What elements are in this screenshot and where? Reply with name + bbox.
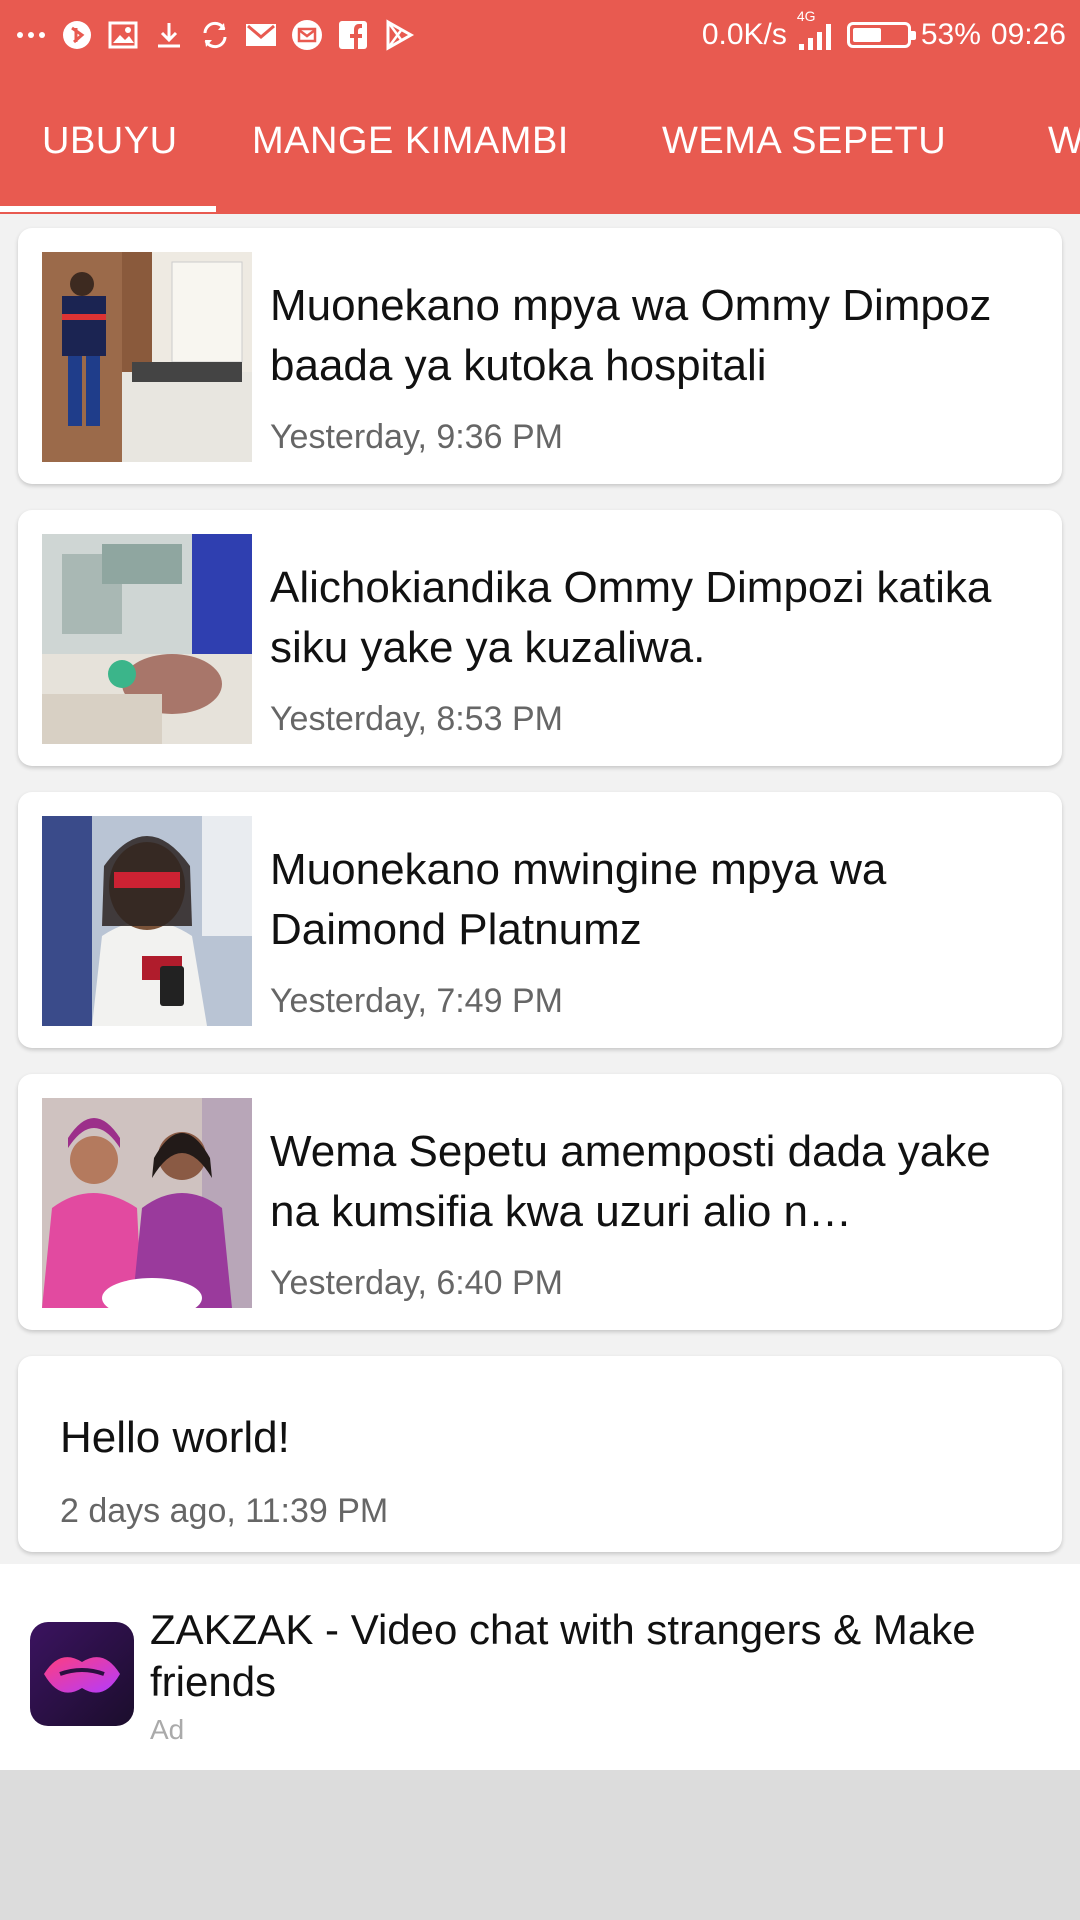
article-title: Wema Sepetu amemposti dada yake na kumsi… bbox=[270, 1127, 991, 1236]
signal-icon: 4G bbox=[797, 8, 837, 52]
article-card[interactable]: Hello world! 2 days ago, 11:39 PM bbox=[18, 1356, 1062, 1552]
app-icon bbox=[60, 18, 94, 52]
ad-label: Ad bbox=[150, 1714, 185, 1745]
gallery-icon bbox=[106, 18, 140, 52]
network-speed: 0.0K/s bbox=[701, 18, 787, 51]
app-bar: 0.0K/s 4G 53% 09:26 UBUYU MANGE KIMAMBI … bbox=[0, 0, 1080, 214]
ad-title[interactable]: ZAKZAK - Video chat with strangers & Mak… bbox=[150, 1604, 1050, 1708]
article-title: Muonekano mpya wa Ommy Dimpoz baada ya k… bbox=[270, 281, 992, 390]
article-time: 2 days ago, 11:39 PM bbox=[60, 1492, 389, 1530]
article-thumbnail bbox=[42, 534, 252, 744]
more-dots-icon bbox=[14, 18, 48, 52]
tab-mange-kimambi[interactable]: MANGE KIMAMBI bbox=[252, 120, 569, 163]
status-bar: 0.0K/s 4G 53% 09:26 bbox=[0, 0, 1080, 76]
article-list[interactable]: Muonekano mpya wa Ommy Dimpoz baada ya k… bbox=[0, 214, 1080, 1564]
tab-ubuyu[interactable]: UBUYU bbox=[42, 120, 178, 163]
clock: 09:26 bbox=[990, 18, 1066, 51]
article-card[interactable]: Muonekano mwingine mpya wa Daimond Platn… bbox=[18, 792, 1062, 1048]
article-thumbnail bbox=[42, 252, 252, 462]
gmail-icon bbox=[244, 18, 278, 52]
ad-banner[interactable]: ZAKZAK - Video chat with strangers & Mak… bbox=[0, 1564, 1080, 1770]
active-tab-indicator bbox=[0, 206, 216, 212]
article-card[interactable]: Wema Sepetu amemposti dada yake na kumsi… bbox=[18, 1074, 1062, 1330]
sync-icon bbox=[198, 18, 232, 52]
article-title: Hello world! bbox=[60, 1413, 290, 1462]
article-title: Muonekano mwingine mpya wa Daimond Platn… bbox=[270, 845, 887, 954]
battery-percent: 53% bbox=[920, 18, 981, 51]
tab-wema-sepetu[interactable]: WEMA SEPETU bbox=[662, 120, 946, 163]
article-thumbnail bbox=[42, 816, 252, 1026]
email-icon bbox=[290, 18, 324, 52]
article-title: Alichokiandika Ommy Dimpozi katika siku … bbox=[270, 563, 992, 672]
play-store-icon bbox=[382, 18, 416, 52]
notification-icons bbox=[14, 18, 416, 52]
battery-level bbox=[852, 28, 881, 42]
article-time: Yesterday, 7:49 PM bbox=[270, 982, 563, 1020]
category-tabs: UBUYU MANGE KIMAMBI WEMA SEPETU W bbox=[0, 110, 1080, 214]
facebook-icon bbox=[336, 18, 370, 52]
article-thumbnail bbox=[42, 1098, 252, 1308]
article-time: Yesterday, 8:53 PM bbox=[270, 700, 563, 738]
zakzak-app-icon[interactable] bbox=[30, 1622, 134, 1726]
battery-icon bbox=[846, 22, 916, 48]
article-time: Yesterday, 6:40 PM bbox=[270, 1264, 563, 1302]
article-card[interactable]: Alichokiandika Ommy Dimpozi katika siku … bbox=[18, 510, 1062, 766]
tab-next[interactable]: W bbox=[1048, 120, 1080, 163]
article-card[interactable]: Muonekano mpya wa Ommy Dimpoz baada ya k… bbox=[18, 228, 1062, 484]
status-indicators: 0.0K/s 4G 53% 09:26 bbox=[701, 8, 1066, 52]
download-icon bbox=[152, 18, 186, 52]
article-time: Yesterday, 9:36 PM bbox=[270, 418, 563, 456]
